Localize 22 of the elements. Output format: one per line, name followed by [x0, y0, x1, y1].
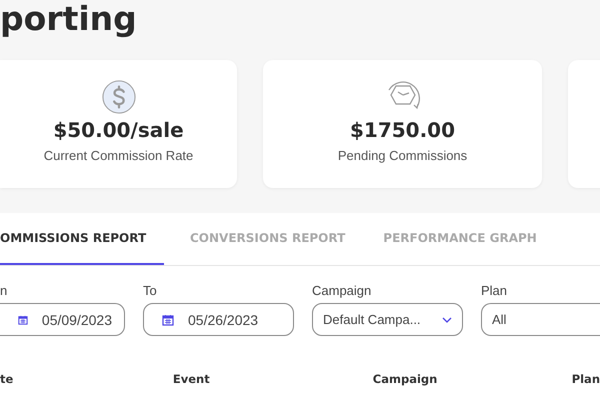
- filter-label: n: [0, 283, 8, 299]
- filter-label: Campaign: [312, 283, 372, 299]
- column-header: te: [0, 372, 14, 386]
- stat-value: $1750.00: [350, 118, 455, 142]
- chevron-down-icon: [442, 316, 452, 322]
- stat-label: Current Commission Rate: [44, 148, 194, 163]
- stat-label: Pending Commissions: [338, 148, 468, 163]
- page-title: porting: [0, 0, 138, 40]
- date-field[interactable]: 05/26/2023: [143, 303, 294, 336]
- date-field[interactable]: 05/09/2023: [0, 303, 125, 336]
- plan-dropdown[interactable]: All: [481, 303, 600, 336]
- dollar-icon: [102, 80, 136, 114]
- filter-label: To: [143, 283, 158, 299]
- stat-value: $50.00/sale: [53, 118, 184, 142]
- column-header: Plan: [572, 372, 600, 386]
- report-tab[interactable]: OMMISSIONS REPORT: [0, 213, 164, 265]
- calendar-icon: [18, 314, 28, 326]
- calendar-icon: [162, 314, 174, 326]
- filter-label: Plan: [481, 283, 508, 299]
- campaign-dropdown[interactable]: Default Campa...: [312, 303, 463, 336]
- column-header: Event: [172, 372, 211, 386]
- column-header: Campaign: [372, 372, 438, 386]
